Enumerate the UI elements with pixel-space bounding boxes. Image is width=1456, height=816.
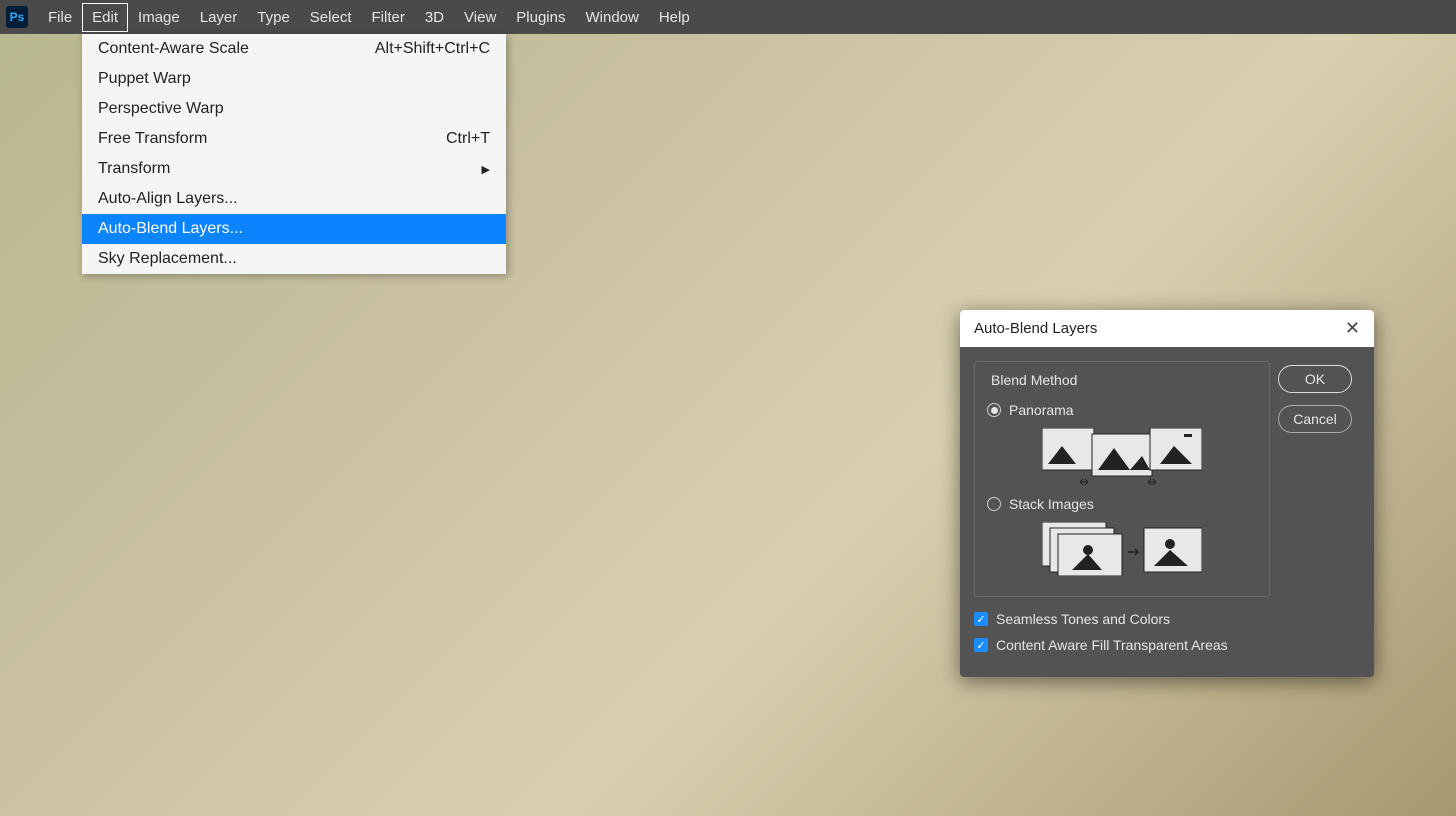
cancel-button[interactable]: Cancel: [1278, 405, 1352, 433]
close-icon[interactable]: ✕: [1345, 318, 1360, 339]
menu-image[interactable]: Image: [128, 3, 190, 32]
menubar: Ps File Edit Image Layer Type Select Fil…: [0, 0, 1456, 34]
content-aware-checkbox[interactable]: ✓ Content Aware Fill Transparent Areas: [974, 637, 1270, 653]
submenu-arrow-icon: ▶: [482, 163, 490, 176]
stack-images-radio[interactable]: Stack Images: [987, 496, 1257, 512]
seamless-checkbox[interactable]: ✓ Seamless Tones and Colors: [974, 611, 1270, 627]
stack-images-label: Stack Images: [1009, 496, 1094, 512]
menu-item-label: Content-Aware Scale: [98, 40, 249, 58]
menu-window[interactable]: Window: [575, 3, 648, 32]
auto-blend-layers-dialog: Auto-Blend Layers ✕ Blend Method Panoram…: [960, 310, 1374, 677]
menu-3d[interactable]: 3D: [415, 3, 454, 32]
content-aware-label: Content Aware Fill Transparent Areas: [996, 637, 1228, 653]
menu-content-aware-scale[interactable]: Content-Aware Scale Alt+Shift+Ctrl+C: [82, 34, 506, 64]
radio-icon: [987, 403, 1001, 417]
panorama-radio[interactable]: Panorama: [987, 402, 1257, 418]
checkbox-icon: ✓: [974, 638, 988, 652]
menu-auto-align-layers[interactable]: Auto-Align Layers...: [82, 184, 506, 214]
menu-edit[interactable]: Edit: [82, 3, 128, 32]
menu-view[interactable]: View: [454, 3, 506, 32]
photoshop-logo-icon: Ps: [6, 6, 28, 28]
menu-item-label: Perspective Warp: [98, 100, 224, 118]
menu-help[interactable]: Help: [649, 3, 700, 32]
menu-puppet-warp[interactable]: Puppet Warp: [82, 64, 506, 94]
checkbox-icon: ✓: [974, 612, 988, 626]
menu-plugins[interactable]: Plugins: [506, 3, 575, 32]
menu-item-label: Transform: [98, 160, 170, 178]
menu-free-transform[interactable]: Free Transform Ctrl+T: [82, 124, 506, 154]
radio-icon: [987, 497, 1001, 511]
ok-button[interactable]: OK: [1278, 365, 1352, 393]
menu-auto-blend-layers[interactable]: Auto-Blend Layers...: [82, 214, 506, 244]
dialog-titlebar: Auto-Blend Layers ✕: [960, 310, 1374, 347]
dialog-title-text: Auto-Blend Layers: [974, 320, 1097, 337]
menu-filter[interactable]: Filter: [362, 3, 415, 32]
menu-perspective-warp[interactable]: Perspective Warp: [82, 94, 506, 124]
seamless-label: Seamless Tones and Colors: [996, 611, 1170, 627]
menu-item-label: Free Transform: [98, 130, 207, 148]
menu-file[interactable]: File: [38, 3, 82, 32]
menu-item-label: Sky Replacement...: [98, 250, 237, 268]
menu-transform[interactable]: Transform ▶: [82, 154, 506, 184]
menu-item-label: Auto-Align Layers...: [98, 190, 238, 208]
menu-item-label: Puppet Warp: [98, 70, 191, 88]
menu-sky-replacement[interactable]: Sky Replacement...: [82, 244, 506, 274]
menu-type[interactable]: Type: [247, 3, 300, 32]
menu-layer[interactable]: Layer: [190, 3, 248, 32]
panorama-label: Panorama: [1009, 402, 1074, 418]
blend-method-label: Blend Method: [987, 372, 1081, 388]
menu-select[interactable]: Select: [300, 3, 362, 32]
menu-item-shortcut: Alt+Shift+Ctrl+C: [375, 40, 490, 58]
stack-preview-icon: [987, 522, 1257, 576]
edit-dropdown-menu: Content-Aware Scale Alt+Shift+Ctrl+C Pup…: [82, 34, 506, 274]
blend-method-group: Blend Method Panorama: [974, 361, 1270, 597]
menu-item-label: Auto-Blend Layers...: [98, 220, 243, 238]
menu-item-shortcut: Ctrl+T: [446, 130, 490, 148]
panorama-preview-icon: [987, 428, 1257, 490]
